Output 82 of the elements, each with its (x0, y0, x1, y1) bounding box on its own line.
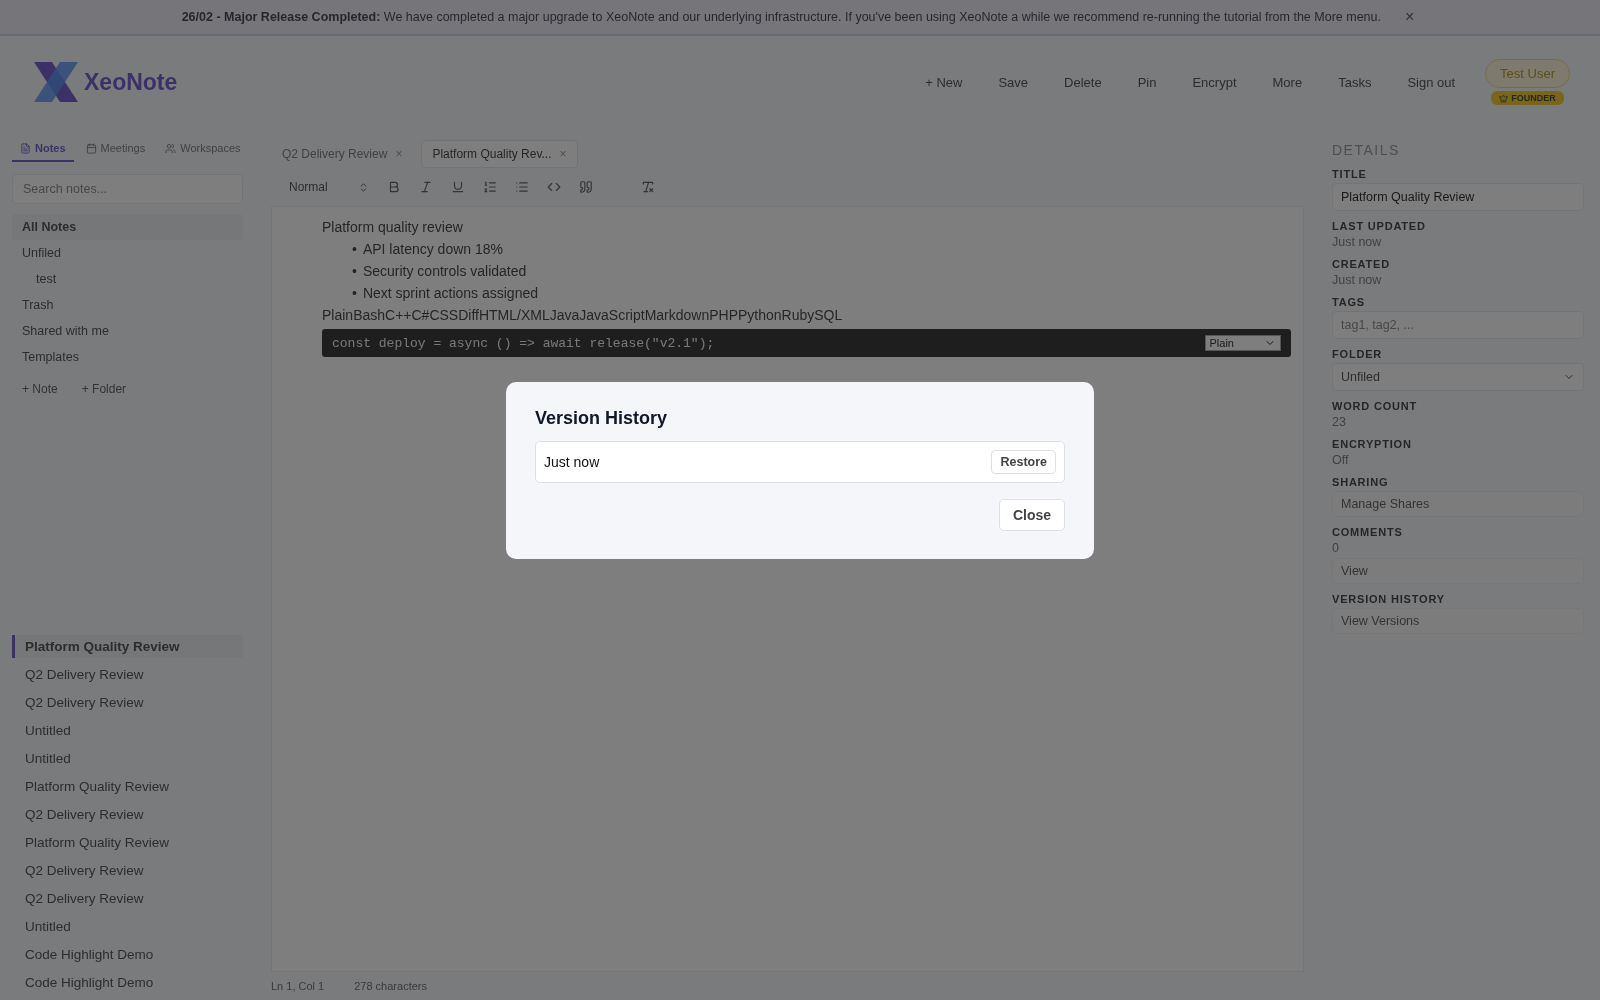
note-item[interactable]: Platform Quality Review (12, 635, 243, 658)
note-item[interactable]: Q2 Delivery Review (12, 887, 243, 910)
version-time: Just now (544, 453, 600, 470)
user-button[interactable]: Test User (1485, 59, 1570, 88)
detail-value: Just now (1332, 235, 1383, 249)
calendar-icon (85, 142, 97, 154)
detail-label: CREATED (1332, 258, 1391, 270)
nav-button[interactable]: More (1256, 66, 1319, 98)
detail-label: TAGS (1332, 296, 1366, 308)
close-button[interactable]: × (1401, 8, 1419, 26)
people-icon (165, 142, 177, 154)
detail-label: VERSION HISTORY (1332, 593, 1446, 605)
folder-item[interactable]: test (26, 266, 243, 292)
status-text: 278 characters (354, 980, 427, 992)
sidebar-tab[interactable]: Meetings (77, 136, 154, 162)
detail-label: ENCRYPTION (1332, 438, 1413, 450)
nav-button[interactable]: Pin (1121, 66, 1173, 98)
note-item[interactable]: Q2 Delivery Review (12, 803, 243, 826)
nav-button[interactable]: Encrypt (1176, 66, 1253, 98)
block-style-select[interactable]: Normal (287, 178, 371, 196)
note-item[interactable]: Untitled (12, 719, 243, 742)
detail-label: WORD COUNT (1332, 400, 1418, 412)
nav-button[interactable]: Delete (1048, 66, 1118, 98)
detail-label: COMMENTS (1332, 526, 1404, 538)
nav-button[interactable]: Tasks (1322, 66, 1388, 98)
sidebar-tab[interactable]: Workspaces (157, 136, 249, 162)
folder-item[interactable]: Trash (12, 292, 243, 318)
bullet-item: Next sprint actions assigned (362, 285, 538, 301)
bullet-item: API latency down 18% (362, 241, 503, 257)
detail-button[interactable]: Manage Shares (1332, 491, 1584, 517)
detail-value: Off (1332, 453, 1350, 467)
note-item[interactable]: Platform Quality Review (12, 775, 243, 798)
folder-item[interactable]: Templates (12, 344, 243, 370)
note-item[interactable]: Q2 Delivery Review (12, 663, 243, 686)
role-badge: FOUNDER (1491, 91, 1564, 105)
note-item[interactable]: Code Highlight Demo (12, 943, 243, 966)
folder-item[interactable]: Unfiled (12, 240, 243, 266)
sidebar-tab[interactable]: Notes (12, 136, 74, 162)
close-button[interactable]: × (395, 147, 403, 161)
detail-value: 23 (1332, 415, 1347, 429)
note-item[interactable]: Q2 Delivery Review (12, 691, 243, 714)
folder-select[interactable]: Unfiled (1332, 363, 1584, 391)
add-button[interactable]: + Folder (71, 376, 137, 402)
note-item[interactable]: Code Highlight Demo (12, 971, 243, 994)
note-item[interactable]: Untitled (12, 915, 243, 938)
close-button[interactable]: × (559, 147, 567, 161)
close-button[interactable]: Close (998, 498, 1065, 531)
code-text: const deploy = async () => await release("v2.1"); (332, 335, 715, 351)
bullet-marker: • (352, 285, 357, 301)
detail-value: Just now (1332, 273, 1383, 287)
editor-text-line: Platform quality review (322, 219, 464, 235)
editor-text-line: PlainBashC++C#CSSDiffHTML/XMLJavaJavaScriptMarkdownPHPPythonRubySQL (322, 307, 844, 323)
detail-button[interactable]: View (1332, 558, 1584, 584)
nav-button[interactable]: Sign out (1391, 66, 1472, 98)
note-item[interactable]: Q2 Delivery Review (12, 859, 243, 882)
detail-input[interactable]: Platform Quality Review (1332, 183, 1584, 211)
folder-item[interactable]: Shared with me (12, 318, 243, 344)
folder-item[interactable]: All Notes (12, 214, 243, 240)
crown-icon (1499, 93, 1509, 103)
status-text: Ln 1, Col 1 (271, 980, 325, 992)
bullet-marker: • (352, 241, 357, 257)
detail-label: LAST UPDATED (1332, 220, 1427, 232)
editor-tab[interactable]: Q2 Delivery Review × (271, 140, 414, 168)
add-button[interactable]: + Note (12, 376, 68, 402)
bullet-item: Security controls validated (362, 263, 527, 279)
editor-tab[interactable]: Platform Quality Rev... × (421, 140, 578, 168)
bullet-marker: • (352, 263, 357, 279)
detail-value: 0 (1332, 541, 1340, 555)
logo-text: XeoNote (84, 68, 178, 96)
note-item[interactable]: Untitled (12, 747, 243, 770)
detail-label: FOLDER (1332, 348, 1384, 360)
restore-button[interactable]: Restore (991, 449, 1056, 474)
nav-button[interactable]: Save (982, 66, 1045, 98)
modal-title: Version History (535, 407, 669, 429)
language-select[interactable]: Plain (1204, 335, 1281, 351)
detail-button[interactable]: View Versions (1332, 608, 1584, 634)
document-icon (20, 142, 31, 154)
detail-label: TITLE (1332, 168, 1368, 180)
nav-button[interactable]: + New (909, 66, 979, 98)
announcement-text: 26/02 - Major Release Completed: We have completed a major upgrade to XeoNote and our underlying infrastructure. If you've been using XeoNote a while we recommend re-running the tutorial from the More menu. (181, 10, 1381, 24)
detail-label: SHARING (1332, 476, 1390, 488)
note-item[interactable]: Platform Quality Review (12, 831, 243, 854)
